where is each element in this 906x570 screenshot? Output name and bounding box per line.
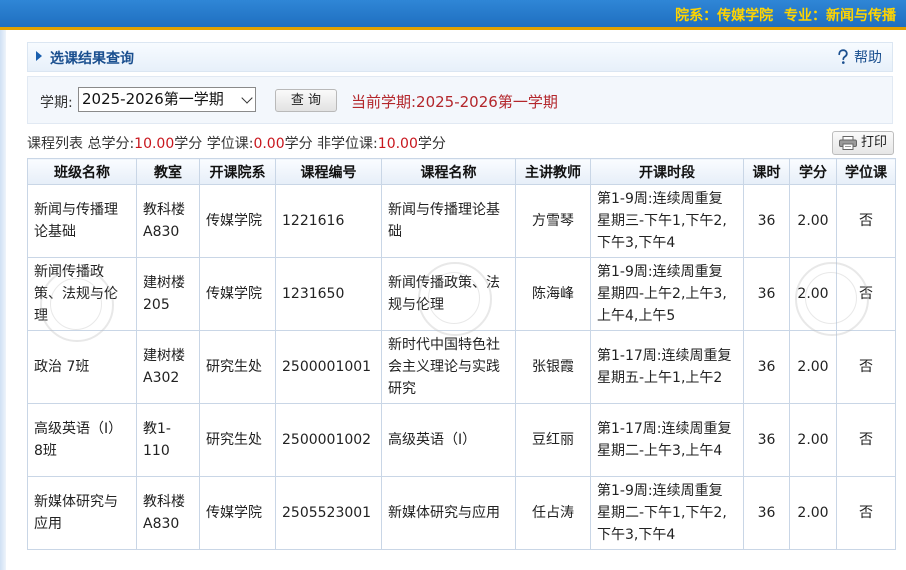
degree-course-cell: 否 <box>836 403 896 477</box>
table-header-row: 班级名称 教室 开课院系 课程编号 课程名称 主讲教师 开课时段 课时 学分 学… <box>27 158 896 185</box>
degree-course-cell: 否 <box>836 184 896 258</box>
credits-cell: 2.00 <box>789 184 837 258</box>
table-row: 新闻与传播理论基础 教科楼A830 传媒学院 1221616 新闻与传播理论基础… <box>27 184 896 258</box>
degree-credits: 0.00 <box>253 136 285 152</box>
schedule-cell: 第1-17周:连续周重复 星期五-上午1,上午2 <box>590 330 744 404</box>
course-name-cell: 新时代中国特色社会主义理论与实践研究 <box>381 330 516 404</box>
print-label: 打印 <box>861 135 888 150</box>
hours-cell: 36 <box>743 184 790 258</box>
column-header: 课程编号 <box>275 158 382 185</box>
classroom-cell: 教1-110 <box>136 403 200 477</box>
schedule-cell: 第1-9周:连续周重复 星期三-下午1,下午2,下午3,下午4 <box>590 184 744 258</box>
course-code-cell: 2500001002 <box>275 403 382 477</box>
table-row: 政治 7班 建树楼A302 研究生处 2500001001 新时代中国特色社会主… <box>27 330 896 404</box>
user-info: 院系：传媒学院 专业：新闻与传播 <box>669 5 896 25</box>
question-mark-icon <box>838 49 848 64</box>
degree-course-cell: 否 <box>836 476 896 550</box>
department-cell: 传媒学院 <box>199 257 276 331</box>
course-name-cell: 新媒体研究与应用 <box>381 476 516 550</box>
summary-unit-1: 学分 学位课: <box>174 136 254 152</box>
teacher-cell: 任占涛 <box>515 476 591 550</box>
term-select-value: 2025-2026第一学期 <box>82 90 224 108</box>
class-name-cell: 新闻与传播理论基础 <box>27 184 137 258</box>
class-name-cell: 高级英语（I）8班 <box>27 403 137 477</box>
column-header: 课程名称 <box>381 158 516 185</box>
credits-cell: 2.00 <box>789 257 837 331</box>
column-header: 开课时段 <box>590 158 744 185</box>
department-cell: 研究生处 <box>199 403 276 477</box>
course-code-cell: 1231650 <box>275 257 382 331</box>
credit-summary: 课程列表 总学分:10.00学分 学位课:0.00学分 非学位课:10.00学分 <box>27 133 446 153</box>
hours-cell: 36 <box>743 330 790 404</box>
teacher-cell: 张银霞 <box>515 330 591 404</box>
term-select[interactable]: 2025-2026第一学期 <box>78 87 256 112</box>
total-credits: 10.00 <box>134 136 175 152</box>
course-table: 班级名称 教室 开课院系 课程编号 课程名称 主讲教师 开课时段 课时 学分 学… <box>27 158 896 550</box>
credits-cell: 2.00 <box>789 403 837 477</box>
summary-unit-2: 学分 非学位课: <box>284 136 378 152</box>
classroom-cell: 教科楼A830 <box>136 476 200 550</box>
major-label: 专业：新闻与传播 <box>784 8 896 24</box>
chevron-down-icon <box>241 92 253 104</box>
left-rail <box>0 30 6 570</box>
column-header: 开课院系 <box>199 158 276 185</box>
table-row: 新媒体研究与应用 教科楼A830 传媒学院 2505523001 新媒体研究与应… <box>27 476 896 550</box>
column-header: 学分 <box>789 158 837 185</box>
teacher-cell: 陈海峰 <box>515 257 591 331</box>
credits-cell: 2.00 <box>789 330 837 404</box>
column-header: 学位课 <box>836 158 896 185</box>
summary-unit-3: 学分 <box>417 136 446 152</box>
expand-arrow-icon <box>36 51 42 61</box>
schedule-cell: 第1-17周:连续周重复 星期二-上午3,上午4 <box>590 403 744 477</box>
course-code-cell: 1221616 <box>275 184 382 258</box>
hours-cell: 36 <box>743 257 790 331</box>
column-header: 课时 <box>743 158 790 185</box>
column-header: 主讲教师 <box>515 158 591 185</box>
degree-course-cell: 否 <box>836 257 896 331</box>
help-label: 帮助 <box>854 50 882 66</box>
department-cell: 研究生处 <box>199 330 276 404</box>
classroom-cell: 教科楼A830 <box>136 184 200 258</box>
credits-cell: 2.00 <box>789 476 837 550</box>
current-term-text: 当前学期:2025-2026第一学期 <box>351 93 558 111</box>
panel-title: 选课结果查询 <box>50 51 134 67</box>
course-name-cell: 新闻传播政策、法规与伦理 <box>381 257 516 331</box>
department-cell: 传媒学院 <box>199 476 276 550</box>
help-link[interactable]: 帮助 <box>836 47 882 67</box>
course-name-cell: 新闻与传播理论基础 <box>381 184 516 258</box>
college-label: 院系：传媒学院 <box>675 8 774 24</box>
nondegree-credits: 10.00 <box>377 136 418 152</box>
top-banner: 院系：传媒学院 专业：新闻与传播 <box>0 0 906 30</box>
classroom-cell: 建树楼A302 <box>136 330 200 404</box>
query-button[interactable]: 查 询 <box>275 89 337 112</box>
class-name-cell: 政治 7班 <box>27 330 137 404</box>
degree-course-cell: 否 <box>836 330 896 404</box>
hours-cell: 36 <box>743 403 790 477</box>
teacher-cell: 方雪琴 <box>515 184 591 258</box>
hours-cell: 36 <box>743 476 790 550</box>
panel-header: 选课结果查询 帮助 <box>27 42 893 72</box>
print-button[interactable]: 打印 <box>832 131 894 155</box>
classroom-cell: 建树楼205 <box>136 257 200 331</box>
printer-icon <box>839 136 857 150</box>
course-code-cell: 2505523001 <box>275 476 382 550</box>
department-cell: 传媒学院 <box>199 184 276 258</box>
column-header: 教室 <box>136 158 200 185</box>
class-name-cell: 新闻传播政策、法规与伦理 <box>27 257 137 331</box>
schedule-cell: 第1-9周:连续周重复 星期二-下午1,下午2,下午3,下午4 <box>590 476 744 550</box>
term-label: 学期: <box>40 95 73 111</box>
class-name-cell: 新媒体研究与应用 <box>27 476 137 550</box>
teacher-cell: 豆红丽 <box>515 403 591 477</box>
table-row: 高级英语（I）8班 教1-110 研究生处 2500001002 高级英语（I）… <box>27 403 896 477</box>
table-row: 新闻传播政策、法规与伦理 建树楼205 传媒学院 1231650 新闻传播政策、… <box>27 257 896 331</box>
course-name-cell: 高级英语（I） <box>381 403 516 477</box>
summary-prefix: 课程列表 总学分: <box>27 136 135 152</box>
schedule-cell: 第1-9周:连续周重复 星期四-上午2,上午3,上午4,上午5 <box>590 257 744 331</box>
filter-bar: 学期: 2025-2026第一学期 查 询 当前学期:2025-2026第一学期 <box>27 76 893 124</box>
course-code-cell: 2500001001 <box>275 330 382 404</box>
column-header: 班级名称 <box>27 158 137 185</box>
